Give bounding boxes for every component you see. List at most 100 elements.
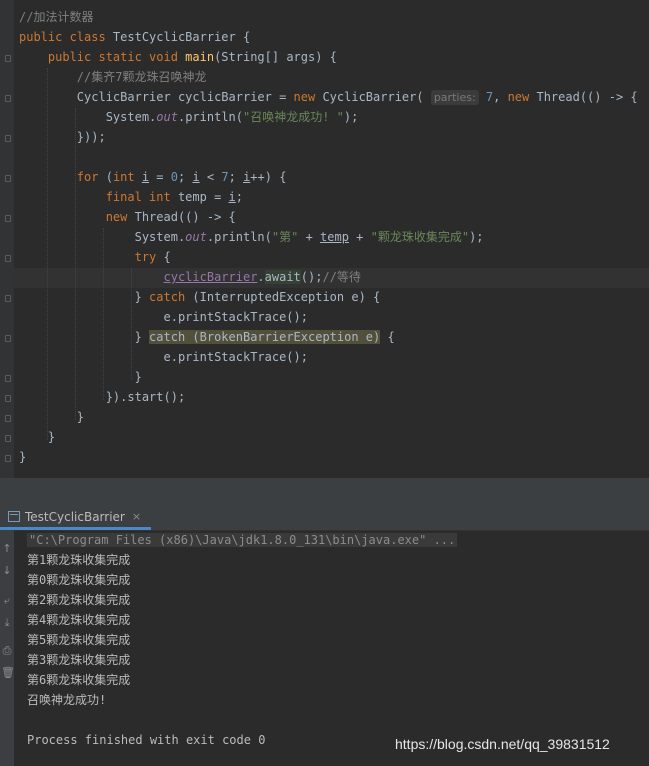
code-line[interactable]: //加法计数器: [19, 7, 93, 27]
fold-marker-icon[interactable]: [5, 95, 11, 102]
code-token: .println(: [177, 110, 243, 124]
run-toolbar: ↑ ↓ ⤶ ⤓ ⎙ 🗑: [0, 530, 15, 766]
code-token: {: [163, 250, 171, 264]
run-tab-label: TestCyclicBarrier: [25, 509, 125, 524]
code-line[interactable]: CyclicBarrier cyclicBarrier = new Cyclic…: [19, 87, 638, 107]
code-line[interactable]: public static void main(String[] args) {: [19, 47, 337, 67]
code-token: final int: [19, 190, 178, 204]
code-token: .: [257, 270, 265, 284]
console-icon: [8, 511, 20, 522]
code-token: main: [185, 50, 215, 64]
fold-marker-icon[interactable]: [5, 135, 11, 142]
console-output-line: 召唤神龙成功!: [27, 693, 107, 707]
run-tool-window: TestCyclicBarrier × ↑ ↓ ⤶ ⤓ ⎙ 🗑 "C:\Prog…: [0, 506, 649, 766]
code-line[interactable]: e.printStackTrace();: [19, 347, 308, 367]
code-token: CyclicBarrier cyclicBarrier =: [19, 90, 294, 104]
code-token: }: [19, 450, 27, 464]
code-token: i: [192, 170, 200, 184]
code-token: out: [156, 110, 178, 124]
code-token: //加法计数器: [19, 10, 94, 24]
code-line[interactable]: } catch (InterruptedException e) {: [19, 287, 381, 307]
code-editor[interactable]: //加法计数器 public class TestCyclicBarrier { …: [0, 0, 649, 478]
console-output-line: 第3颗龙珠收集完成: [27, 653, 131, 667]
watermark: https://blog.csdn.net/qq_39831512: [395, 736, 610, 752]
code-token: new: [507, 90, 537, 104]
fold-marker-icon[interactable]: [5, 415, 11, 422]
code-token: Thread(() -> {: [536, 90, 638, 104]
close-icon[interactable]: ×: [132, 510, 141, 523]
code-line[interactable]: cyclicBarrier.await();//等待: [19, 267, 361, 287]
code-token: ,: [493, 90, 508, 104]
code-line[interactable]: }: [19, 427, 55, 447]
code-token: 7: [221, 170, 229, 184]
code-token: <: [199, 170, 222, 184]
code-token: );: [343, 110, 359, 124]
run-tab[interactable]: TestCyclicBarrier ×: [0, 506, 152, 530]
code-token: =: [149, 170, 171, 184]
code-token: catch: [149, 290, 193, 304]
code-token: {: [380, 330, 395, 344]
code-token: ();: [300, 270, 323, 284]
code-line[interactable]: }: [19, 407, 84, 427]
fold-marker-icon[interactable]: [5, 455, 11, 462]
fold-marker-icon[interactable]: [5, 435, 11, 442]
code-token: );: [469, 230, 484, 244]
console-output-line: 第6颗龙珠收集完成: [27, 673, 131, 687]
code-token: }: [19, 290, 150, 304]
code-token: +: [348, 230, 371, 244]
code-token: catch (BrokenBarrierException e): [149, 330, 381, 344]
code-line[interactable]: System.out.println("第" + temp + "颗龙珠收集完成…: [19, 227, 484, 247]
scroll-up-icon[interactable]: ↑: [1, 542, 13, 556]
code-token: "召唤神龙成功! ": [243, 110, 344, 124]
console-exit-line: Process finished with exit code 0: [27, 733, 266, 747]
code-token: }).start();: [19, 390, 186, 404]
code-token: }));: [19, 130, 106, 144]
fold-marker-icon[interactable]: [5, 255, 11, 262]
code-token: e.printStackTrace();: [19, 310, 308, 324]
parameter-hint: parties:: [430, 90, 479, 105]
code-line[interactable]: //集齐7颗龙珠召唤神龙: [19, 67, 207, 87]
fold-marker-icon[interactable]: [5, 395, 11, 402]
code-token: //集齐7颗龙珠召唤神龙: [19, 70, 207, 84]
fold-marker-icon[interactable]: [5, 215, 11, 222]
code-token: +: [298, 230, 321, 244]
code-line[interactable]: for (int i = 0; i < 7; i++) {: [19, 167, 287, 187]
code-line[interactable]: } catch (BrokenBarrierException e) {: [19, 327, 395, 347]
code-token: i: [228, 190, 236, 204]
code-token: }: [19, 330, 150, 344]
fold-marker-icon[interactable]: [5, 335, 11, 342]
code-token: int: [112, 170, 142, 184]
code-line[interactable]: }));: [19, 127, 106, 147]
code-token: "颗龙珠收集完成": [370, 230, 470, 244]
fold-marker-icon[interactable]: [5, 295, 11, 302]
fold-marker-icon[interactable]: [5, 175, 11, 182]
fold-marker-icon[interactable]: [5, 55, 11, 62]
code-line[interactable]: }: [19, 447, 26, 467]
code-token: Thread(() -> {: [134, 210, 236, 224]
clear-all-icon[interactable]: 🗑: [1, 666, 15, 680]
scroll-down-icon[interactable]: ↓: [1, 564, 13, 578]
code-line[interactable]: }: [19, 367, 142, 387]
code-line[interactable]: public class TestCyclicBarrier {: [19, 27, 250, 47]
code-token: 7: [478, 90, 494, 104]
print-icon[interactable]: ⎙: [1, 644, 13, 658]
code-line[interactable]: System.out.println("召唤神龙成功! ");: [19, 107, 359, 127]
code-line[interactable]: new Thread(() -> {: [19, 207, 236, 227]
soft-wrap-icon[interactable]: ⤶: [1, 594, 13, 608]
panel-divider[interactable]: [0, 478, 649, 506]
code-token: (: [105, 170, 113, 184]
fold-marker-icon[interactable]: [5, 375, 11, 382]
code-token: try: [19, 250, 164, 264]
code-token: }: [19, 430, 56, 444]
scroll-to-end-icon[interactable]: ⤓: [1, 616, 13, 630]
code-token: ;: [235, 190, 243, 204]
code-token: out: [185, 230, 207, 244]
code-line[interactable]: e.printStackTrace();: [19, 307, 308, 327]
code-line[interactable]: }).start();: [19, 387, 185, 407]
code-token: System.: [19, 110, 157, 124]
code-token: public class: [19, 30, 113, 44]
code-line[interactable]: final int temp = i;: [19, 187, 243, 207]
code-line[interactable]: try {: [19, 247, 171, 267]
console-command-line: "C:\Program Files (x86)\Java\jdk1.8.0_13…: [27, 533, 458, 547]
